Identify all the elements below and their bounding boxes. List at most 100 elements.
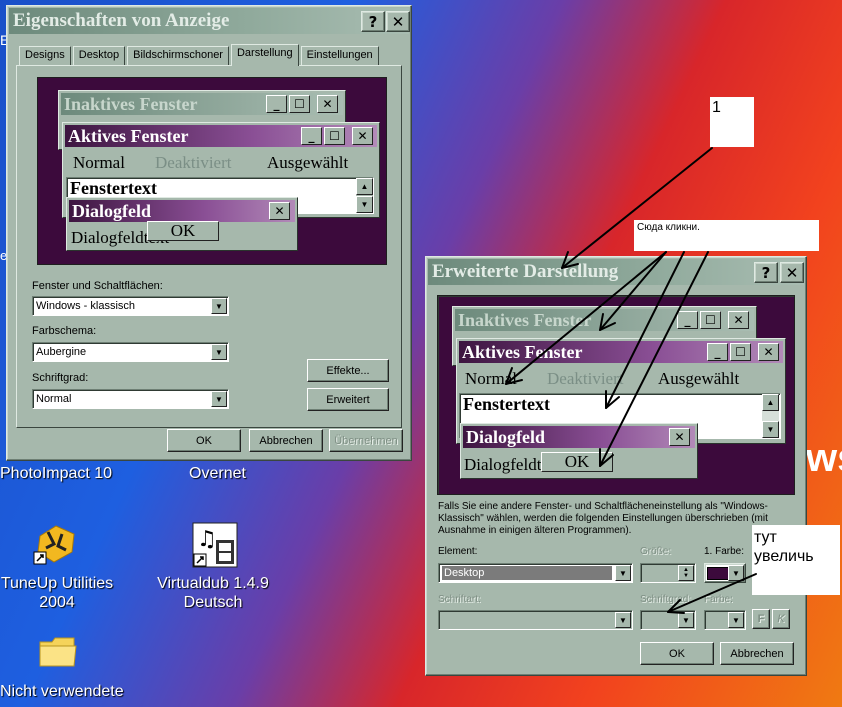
font-select[interactable]: ▼	[438, 610, 633, 630]
font-size-select[interactable]: Normal ▼	[32, 389, 229, 409]
button-label: Übernehmen	[334, 434, 398, 447]
preview-menu-disabled: Deaktiviert	[547, 369, 624, 388]
preview-window-text: Fenstertext	[463, 394, 550, 414]
color-label: Farbe:	[704, 594, 733, 605]
tab-settings[interactable]: Einstellungen	[300, 46, 379, 65]
chevron-down-icon[interactable]: ▼	[211, 344, 227, 360]
desktop-icon-photoimpact[interactable]: PhotoImpact 10	[0, 465, 120, 483]
chevron-down-icon[interactable]: ▼	[211, 298, 227, 314]
preview-dialog-title: Dialogfeld ✕	[69, 200, 295, 222]
preview-menu-selected: Ausgewählt	[658, 369, 740, 388]
preview-ok-label: OK	[170, 221, 196, 240]
preview-window-text: Fenstertext	[70, 178, 157, 198]
button-label: Abbrechen	[730, 647, 784, 660]
tuneup-icon[interactable]	[32, 522, 78, 568]
close-icon: ✕	[728, 311, 749, 329]
font-label: Schriftart:	[438, 594, 481, 605]
minimize-icon: _	[266, 95, 287, 113]
folder-icon[interactable]	[38, 634, 78, 670]
size-spinner[interactable]: ▲ ▼	[640, 563, 696, 583]
preview-inactive-title-text: Inaktives Fenster	[458, 309, 592, 330]
close-button[interactable]: ✕	[386, 11, 410, 32]
desktop-icon-tuneup[interactable]: TuneUp Utilities 2004	[0, 574, 120, 612]
chevron-down-icon[interactable]: ▼	[211, 391, 227, 407]
annotation-text: 1	[712, 99, 721, 116]
button-label: Erweitert	[326, 393, 370, 406]
chevron-down-icon[interactable]: ▼	[615, 565, 631, 581]
preview-scrollbar: ▲ ▼	[356, 178, 373, 213]
select-value: Desktop	[442, 566, 612, 580]
preview-dialog-title: Dialogfeld ✕	[463, 426, 695, 448]
element-select[interactable]: Desktop ▼	[438, 563, 633, 583]
preview-active-title: Aktives Fenster _ ☐ ✕	[459, 341, 783, 363]
close-button[interactable]: ✕	[780, 262, 804, 283]
desktop-icon-label: Virtualdub 1.4.9 Deutsch	[157, 575, 269, 611]
button-label: OK	[669, 647, 685, 660]
color1-picker[interactable]: ▼	[704, 563, 746, 583]
appearance-panel: Inaktives Fenster _ ☐ ✕ Aktives Fenster …	[16, 65, 402, 428]
ok-button[interactable]: OK	[167, 429, 241, 452]
font-color-picker[interactable]: ▼	[704, 610, 746, 630]
window-title: Eigenschaften von Anzeige	[13, 10, 230, 31]
effects-button[interactable]: Effekte...	[307, 359, 389, 382]
scroll-up-icon: ▲	[762, 394, 779, 411]
bold-button[interactable]: F	[752, 609, 770, 629]
font-size-select[interactable]: ▼	[640, 610, 696, 630]
desktop-icon-label: Overnet	[189, 465, 246, 482]
scroll-down-icon: ▼	[356, 196, 373, 213]
close-icon: ✕	[785, 263, 799, 282]
maximize-icon: ☐	[700, 311, 721, 329]
desktop-icon-label: TuneUp Utilities 2004	[0, 575, 114, 611]
maximize-icon: ☐	[324, 127, 345, 145]
close-icon: ✕	[352, 127, 373, 145]
apply-button[interactable]: Übernehmen	[329, 429, 403, 452]
maximize-icon: ☐	[289, 95, 310, 113]
help-button[interactable]: ?	[361, 11, 385, 32]
chevron-down-icon[interactable]: ▼	[615, 612, 631, 628]
preview-menu-selected: Ausgewählt	[267, 153, 349, 172]
preview-inactive-title: Inaktives Fenster _ ☐ ✕	[61, 93, 343, 115]
bold-icon: F	[757, 613, 765, 625]
desktop-icon-overnet[interactable]: Overnet	[160, 465, 275, 483]
size-label: Größe:	[640, 546, 672, 557]
tab-screensaver[interactable]: Bildschirmschoner	[127, 46, 229, 65]
tab-label: Desktop	[78, 49, 120, 61]
chevron-down-icon[interactable]: ▼	[728, 612, 744, 628]
preview-dialog-ok: OK	[541, 452, 613, 472]
chevron-down-icon[interactable]: ▼	[678, 612, 694, 628]
cancel-button[interactable]: Abbrechen	[720, 642, 794, 665]
virtualdub-icon[interactable]: ♫	[192, 522, 238, 568]
close-icon: ✕	[317, 95, 338, 113]
desktop-icon-unused[interactable]: Nicht verwendete	[0, 683, 130, 701]
tab-appearance[interactable]: Darstellung	[230, 44, 299, 66]
tab-desktop[interactable]: Desktop	[72, 46, 126, 65]
spinner-arrows-icon[interactable]: ▲ ▼	[678, 565, 694, 581]
preview-menu: Normal Deaktiviert Ausgewählt	[73, 153, 373, 175]
preview-menu: Normal Deaktiviert Ausgewählt	[465, 369, 775, 391]
title-bar[interactable]: Erweiterte Darstellung ? ✕	[428, 259, 804, 285]
windows-buttons-label: Fenster und Schaltflächen:	[32, 280, 163, 292]
button-label: OK	[196, 434, 212, 447]
italic-button[interactable]: K	[772, 609, 790, 629]
cancel-button[interactable]: Abbrechen	[249, 429, 323, 452]
scroll-track	[762, 411, 779, 421]
windows-buttons-select[interactable]: Windows - klassisch ▼	[32, 296, 229, 316]
advanced-preview[interactable]: Inaktives Fenster _ ☐ ✕ Aktives Fenster …	[437, 295, 795, 495]
title-bar[interactable]: Eigenschaften von Anzeige ? ✕	[9, 8, 410, 34]
chevron-down-icon[interactable]: ▼	[728, 565, 744, 581]
window-title: Erweiterte Darstellung	[432, 261, 619, 282]
desktop-icon-virtualdub[interactable]: Virtualdub 1.4.9 Deutsch	[150, 574, 276, 612]
advanced-button[interactable]: Erweitert	[307, 388, 389, 411]
annotation-click-here: Сюда кликни.	[634, 220, 819, 251]
preview-menu-normal: Normal	[73, 153, 125, 172]
tab-designs[interactable]: Designs	[19, 46, 71, 65]
preview-active-title: Aktives Fenster _ ☐ ✕	[65, 125, 377, 147]
button-label: Effekte...	[326, 364, 370, 377]
color-scheme-label: Farbschema:	[32, 325, 97, 337]
maximize-icon: ☐	[730, 343, 751, 361]
color-scheme-select[interactable]: Aubergine ▼	[32, 342, 229, 362]
help-button[interactable]: ?	[754, 262, 778, 283]
button-label: Abbrechen	[259, 434, 313, 447]
annotation-note-1: 1	[710, 97, 754, 147]
ok-button[interactable]: OK	[640, 642, 714, 665]
